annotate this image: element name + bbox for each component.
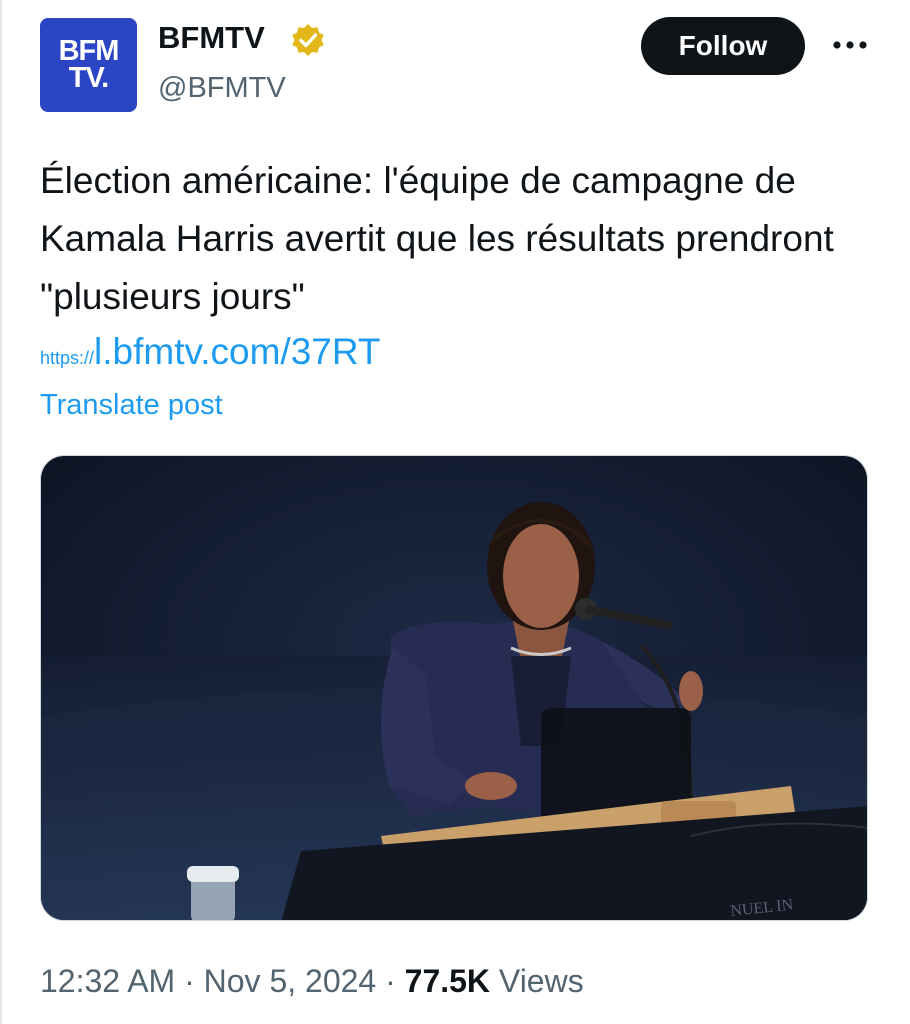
follow-button[interactable]: Follow — [641, 17, 805, 75]
post-link-url: l.bfmtv.com/37RT — [94, 331, 381, 372]
post-link-scheme: https:// — [40, 348, 95, 368]
post-meta: 12:32 AM · Nov 5, 2024 · 77.5K Views — [40, 963, 584, 1000]
avatar-text-line2: TV. — [68, 62, 109, 94]
views-count: 77.5K — [404, 963, 491, 999]
translate-post-link[interactable]: Translate post — [40, 389, 223, 422]
post-image[interactable]: NUEL IN — [40, 455, 868, 921]
meta-separator: · — [376, 963, 405, 999]
more-horizontal-icon[interactable] — [830, 33, 870, 57]
avatar[interactable]: BFM TV. — [40, 18, 137, 112]
speaker-photo: NUEL IN — [41, 456, 867, 920]
post-time[interactable]: 12:32 AM — [40, 963, 175, 999]
left-border — [0, 0, 2, 1024]
account-name[interactable]: BFMTV — [158, 20, 265, 56]
post-link[interactable]: https://l.bfmtv.com/37RT — [40, 331, 381, 373]
post-date[interactable]: Nov 5, 2024 — [204, 963, 377, 999]
views-label: Views — [498, 963, 584, 999]
avatar-text-line1: BFM — [58, 35, 120, 68]
account-handle[interactable]: @BFMTV — [158, 72, 286, 105]
meta-separator: · — [175, 963, 204, 999]
post-text: Élection américaine: l'équipe de campagn… — [40, 160, 834, 317]
verified-badge-icon — [292, 24, 324, 56]
